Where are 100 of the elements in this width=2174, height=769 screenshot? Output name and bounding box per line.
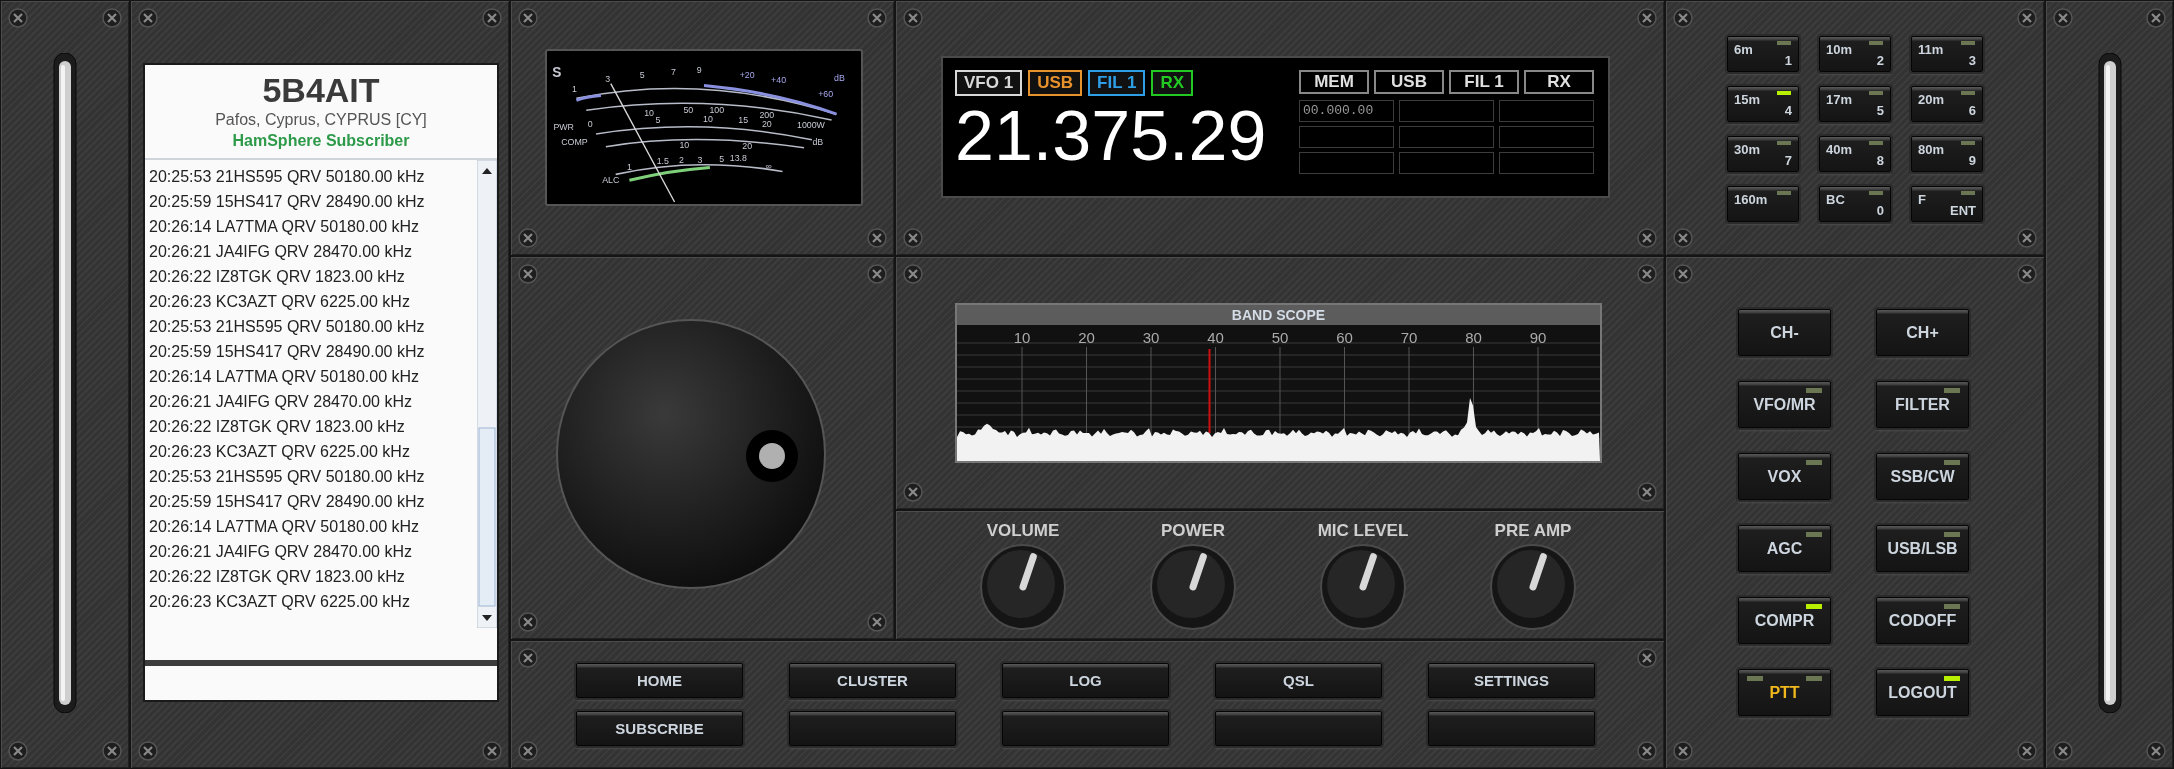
screw-icon <box>903 228 923 248</box>
log-entry: 20:26:23 KC3AZT QRV 6225.00 kHz <box>149 592 411 612</box>
blank-button[interactable] <box>1215 711 1382 746</box>
meter-scale-label: ∞ <box>765 160 772 171</box>
knob-label: POWER <box>1160 521 1226 541</box>
log-entry: 20:25:59 15HS417 QRV 28490.00 kHz <box>149 342 426 362</box>
log-entry: 20:25:53 21HS595 QRV 50180.00 kHz <box>149 467 426 487</box>
screw-icon <box>903 8 923 28</box>
meter-scale-label: +40 <box>771 75 787 86</box>
meter-scale-label: 1 <box>572 83 577 94</box>
memory-header: USB <box>1374 70 1444 94</box>
function-button[interactable]: LOGOUT <box>1876 669 1969 716</box>
screw-icon <box>2017 228 2037 248</box>
screw-icon <box>2053 8 2073 28</box>
handle-drawing[interactable] <box>2096 53 2123 713</box>
log-entry: 20:25:53 21HS595 QRV 50180.00 kHz <box>149 167 426 187</box>
function-button[interactable]: CH+ <box>1876 309 1969 356</box>
function-button[interactable]: SSB/CW <box>1876 453 1969 500</box>
meter-scale-label: 200 <box>759 109 775 120</box>
tuning-knob[interactable] <box>554 317 828 591</box>
band-key[interactable]: 15m 4 <box>1727 86 1799 122</box>
screw-icon <box>903 264 923 284</box>
screw-icon <box>8 741 28 761</box>
band-key[interactable]: BC 0 <box>1819 186 1891 222</box>
nav-button[interactable]: HOME <box>576 663 743 698</box>
nav-button[interactable]: LOG <box>1002 663 1169 698</box>
screw-icon <box>518 228 538 248</box>
screw-icon <box>867 8 887 28</box>
screw-icon <box>2017 264 2037 284</box>
meter-scale-label: 20 <box>761 119 772 130</box>
screw-icon <box>2017 8 2037 28</box>
function-button[interactable]: AGC <box>1738 525 1831 572</box>
screw-icon <box>2146 8 2166 28</box>
meter-scale-label: 5 <box>719 154 725 165</box>
knob-label: MIC LEVEL <box>1317 521 1409 541</box>
memory-header: MEM <box>1299 70 1369 94</box>
scale-label: 40 <box>1207 329 1224 346</box>
meter-scale-label: 50 <box>683 104 694 115</box>
band-key[interactable]: 80m 9 <box>1911 136 1983 172</box>
screw-icon <box>102 741 122 761</box>
blank-button[interactable] <box>789 711 956 746</box>
function-button[interactable]: CODOFF <box>1876 597 1969 644</box>
meter-scale-label: dB <box>834 73 845 84</box>
location-text: Pafos, Cyprus, CYPRUS [CY] <box>215 110 427 130</box>
band-key[interactable]: 6m 1 <box>1727 36 1799 72</box>
memory-value: 00.000.00 <box>1299 100 1394 122</box>
function-button[interactable]: CH- <box>1738 309 1831 356</box>
screw-icon <box>102 8 122 28</box>
nav-button[interactable]: QSL <box>1215 663 1382 698</box>
scale-label: 10 <box>1013 329 1031 346</box>
subscriber-status: HamSphere Subscriber <box>232 131 410 151</box>
screw-icon <box>518 612 538 632</box>
log-entry: 20:26:23 KC3AZT QRV 6225.00 kHz <box>149 292 411 312</box>
meter-scale-label: PWR <box>553 122 574 133</box>
handle-drawing[interactable] <box>52 53 78 713</box>
rotary-knob[interactable] <box>1319 543 1407 631</box>
function-button[interactable]: VFO/MR <box>1738 381 1831 428</box>
log-entry: 20:26:14 LA7TMA QRV 50180.00 kHz <box>149 217 421 237</box>
band-key[interactable]: 160m <box>1727 186 1799 222</box>
meter-scale-label: 10 <box>679 140 690 151</box>
blank-button[interactable] <box>1002 711 1169 746</box>
function-button[interactable]: PTT <box>1738 669 1831 716</box>
meter-scale-label: 1 <box>626 161 632 172</box>
band-key[interactable]: F ENT <box>1911 186 1983 222</box>
band-key[interactable]: 40m 8 <box>1819 136 1891 172</box>
rotary-knob[interactable] <box>979 543 1067 631</box>
log-entry: 20:26:14 LA7TMA QRV 50180.00 kHz <box>149 367 421 387</box>
meter-scale-label: ALC <box>602 174 620 185</box>
rotary-knob[interactable] <box>1149 543 1237 631</box>
screw-icon <box>1637 741 1657 761</box>
scrollbar[interactable] <box>477 160 497 628</box>
knob-label: PRE AMP <box>1494 521 1572 541</box>
meter-scale-label: 0 <box>587 119 593 130</box>
meter-scale-label: 3 <box>697 155 703 166</box>
meter-scale-label: S <box>552 64 562 80</box>
screw-icon <box>1637 648 1657 668</box>
nav-button[interactable]: SETTINGS <box>1428 663 1595 698</box>
screw-icon <box>903 482 923 502</box>
function-button[interactable]: USB/LSB <box>1876 525 1969 572</box>
nav-button[interactable]: SUBSCRIBE <box>576 711 743 746</box>
blank-button[interactable] <box>1428 711 1595 746</box>
screw-icon <box>1673 8 1693 28</box>
screw-icon <box>518 648 538 668</box>
screw-icon <box>8 8 28 28</box>
nav-button[interactable]: CLUSTER <box>789 663 956 698</box>
meter-scale-label: 1.5 <box>656 156 669 167</box>
meter-scale-label: dB <box>812 137 824 148</box>
rotary-knob[interactable] <box>1489 543 1577 631</box>
band-key[interactable]: 17m 5 <box>1819 86 1891 122</box>
band-key[interactable]: 20m 6 <box>1911 86 1983 122</box>
band-key[interactable]: 10m 2 <box>1819 36 1891 72</box>
function-button[interactable]: FILTER <box>1876 381 1969 428</box>
mode-tag: VFO 1 <box>955 70 1023 96</box>
band-key[interactable]: 11m 3 <box>1911 36 1983 72</box>
meter-scale-label: 10 <box>644 107 654 118</box>
band-key[interactable]: 30m 7 <box>1727 136 1799 172</box>
meter-scale-label: 3 <box>605 74 611 85</box>
function-button[interactable]: COMPR <box>1738 597 1831 644</box>
log-entry: 20:26:21 JA4IFG QRV 28470.00 kHz <box>149 242 413 262</box>
function-button[interactable]: VOX <box>1738 453 1831 500</box>
